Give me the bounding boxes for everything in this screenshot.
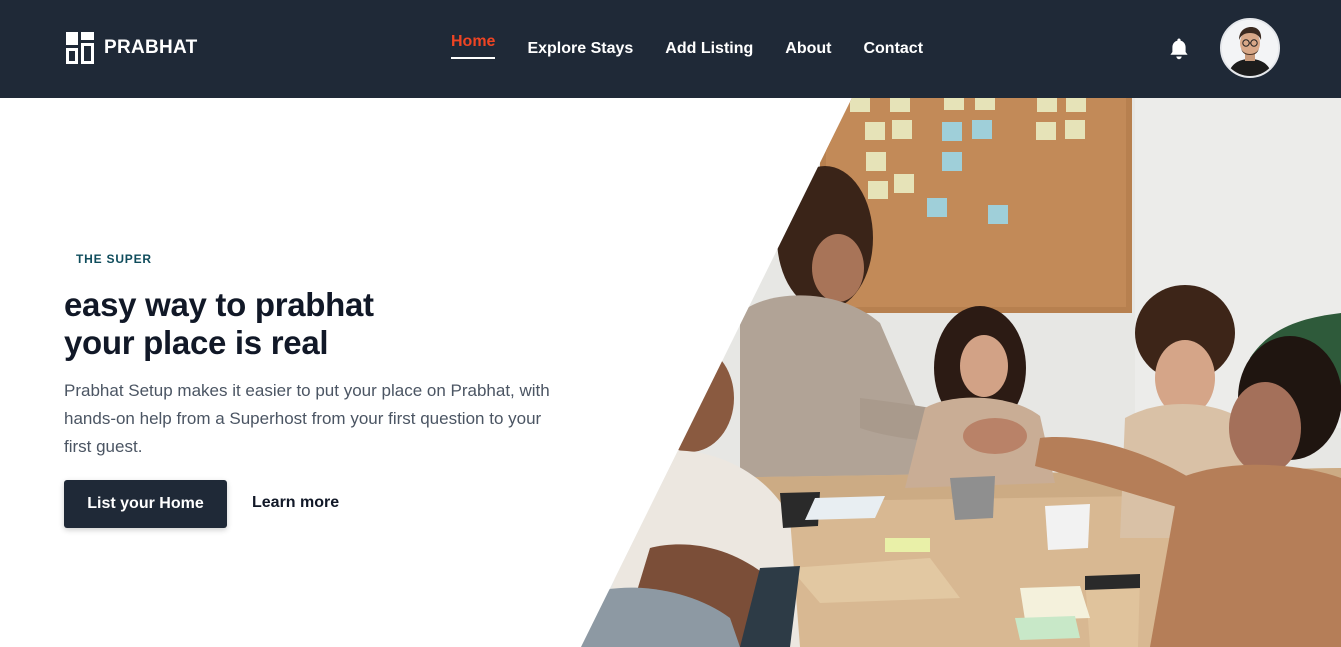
nav-link-home[interactable]: Home: [451, 33, 496, 59]
nav-link-explore-stays[interactable]: Explore Stays: [527, 40, 633, 58]
hero-description: Prabhat Setup makes it easier to put you…: [64, 381, 550, 456]
nav-link-contact[interactable]: Contact: [863, 40, 923, 58]
prabhat-logo-icon: [66, 32, 94, 64]
hero-headline-line1: easy way to prabhat: [64, 286, 374, 323]
learn-more-link[interactable]: Learn more: [252, 494, 339, 512]
brand[interactable]: PRABHAT: [66, 32, 198, 64]
list-your-home-button[interactable]: List your Home: [64, 480, 227, 528]
top-navbar: PRABHAT Home Explore Stays Add Listing A…: [0, 0, 1341, 98]
hero-headline: easy way to prabhat your place is real: [64, 286, 524, 362]
bell-icon[interactable]: [1168, 37, 1190, 61]
user-avatar[interactable]: [1220, 18, 1280, 78]
brand-name: PRABHAT: [104, 37, 198, 58]
hero-headline-line2: your place is real: [64, 324, 329, 361]
main-nav: Home Explore Stays Add Listing About Con…: [451, 0, 955, 98]
nav-link-add-listing[interactable]: Add Listing: [665, 40, 753, 58]
team-meeting-handshake-photo: [0, 98, 1341, 647]
nav-link-about[interactable]: About: [785, 40, 831, 58]
hero-eyebrow: THE SUPER: [76, 252, 152, 266]
